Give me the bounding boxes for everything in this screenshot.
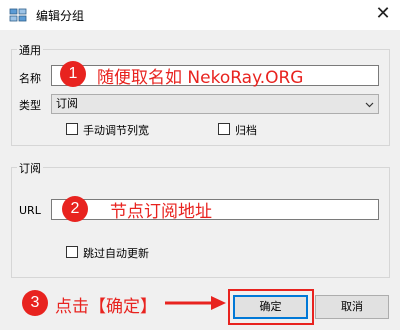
close-button[interactable]: ✕: [366, 0, 400, 30]
arrow-right-icon: [165, 296, 226, 310]
step-1-badge: 1: [60, 61, 86, 87]
subscription-group-legend: 订阅: [17, 160, 43, 176]
window-title: 编辑分组: [36, 9, 85, 23]
step-2-badge: 2: [62, 196, 88, 222]
step-1-note: 随便取名如 NekoRay.ORG: [97, 68, 304, 88]
manual-columns-box[interactable]: [66, 123, 78, 135]
archive-box[interactable]: [218, 123, 230, 135]
subscription-group: [11, 167, 390, 278]
close-icon: ✕: [375, 3, 391, 24]
url-input[interactable]: [51, 199, 379, 220]
manual-columns-label: 手动调节列宽: [83, 124, 149, 137]
cancel-button[interactable]: 取消: [315, 295, 389, 319]
name-label: 名称: [19, 72, 41, 85]
chevron-down-icon: [365, 102, 374, 108]
type-select[interactable]: 订阅: [51, 94, 379, 114]
title-bar: 编辑分组 ✕: [0, 0, 400, 30]
ok-button-highlight: [228, 289, 314, 325]
type-label: 类型: [19, 99, 41, 112]
type-select-value: 订阅: [56, 97, 78, 110]
url-label: URL: [19, 204, 41, 217]
folder-group-icon: [9, 8, 27, 22]
archive-checkbox[interactable]: 归档: [218, 122, 278, 137]
step-3-badge: 3: [22, 290, 48, 316]
skip-update-label: 跳过自动更新: [83, 247, 149, 260]
skip-update-box[interactable]: [66, 246, 78, 258]
step-3-note: 点击【确定】: [55, 297, 157, 317]
step-2-note: 节点订阅地址: [110, 202, 212, 222]
manual-columns-checkbox[interactable]: 手动调节列宽: [66, 122, 176, 137]
general-group-legend: 通用: [17, 42, 43, 58]
archive-label: 归档: [235, 124, 257, 137]
skip-update-checkbox[interactable]: 跳过自动更新: [66, 245, 176, 260]
